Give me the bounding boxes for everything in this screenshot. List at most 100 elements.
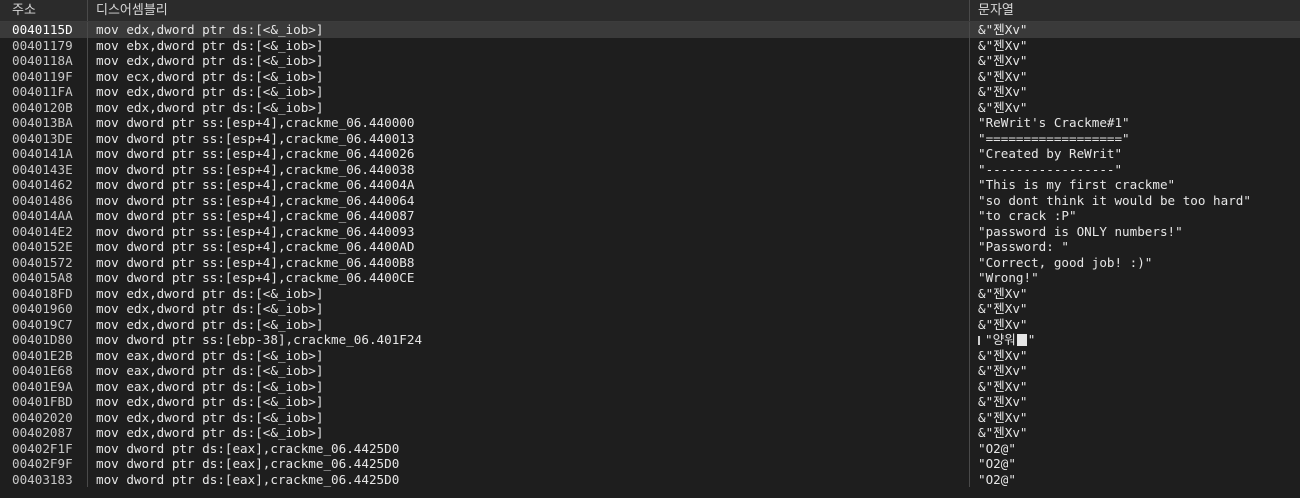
disassembly-cell: mov dword ptr ss:[esp+4],crackme_06.4400… xyxy=(88,161,970,177)
table-row[interactable]: 00402087 mov edx,dword ptr ds:[<&_iob>] &"… xyxy=(0,425,1300,441)
disassembly-cell: mov dword ptr ds:[eax],crackme_06.4425D0 xyxy=(88,440,970,456)
address-cell: 00401FBD xyxy=(0,394,88,410)
string-reference-list: 0040115D mov edx,dword ptr ds:[<&_iob>] &"… xyxy=(0,22,1300,487)
string-cell: &"젠Xv" xyxy=(978,37,1028,53)
string-references-panel: 주소 디스어셈블리 문자열 0040115D mov edx,dword ptr … xyxy=(0,0,1300,498)
table-row[interactable]: 004019C7 mov edx,dword ptr ds:[<&_iob>] &"… xyxy=(0,316,1300,332)
address-cell: 0040141A xyxy=(0,146,88,162)
table-row[interactable]: 0040118A mov edx,dword ptr ds:[<&_iob>] &"… xyxy=(0,53,1300,69)
disassembly-cell: mov dword ptr ss:[esp+4],crackme_06.4400… xyxy=(88,177,970,193)
string-text-tail: " xyxy=(1027,332,1036,347)
column-header-string[interactable]: 문자열 xyxy=(970,0,1300,21)
table-row[interactable]: 0040115D mov edx,dword ptr ds:[<&_iob>] &"… xyxy=(0,22,1300,38)
table-row[interactable]: 00401462 mov dword ptr ss:[esp+4],crackme… xyxy=(0,177,1300,193)
string-cell: "Correct, good job! :)" xyxy=(978,254,1153,270)
table-row[interactable]: 00401FBD mov edx,dword ptr ds:[<&_iob>] &"… xyxy=(0,394,1300,410)
disassembly-cell: mov dword ptr ds:[eax],crackme_06.4425D0 xyxy=(88,471,970,487)
marker-icon xyxy=(978,336,980,345)
disassembly-cell: mov edx,dword ptr ds:[<&_iob>] xyxy=(88,316,970,332)
disassembly-cell: mov edx,dword ptr ds:[<&_iob>] xyxy=(88,285,970,301)
string-cell: &"젠Xv" xyxy=(978,99,1028,115)
disassembly-cell: mov eax,dword ptr ds:[<&_iob>] xyxy=(88,363,970,379)
column-header-address[interactable]: 주소 xyxy=(0,0,88,21)
address-cell: 0040119F xyxy=(0,68,88,84)
disassembly-cell: mov ebx,dword ptr ds:[<&_iob>] xyxy=(88,37,970,53)
table-row[interactable]: 00403183 mov dword ptr ds:[eax],crackme_0… xyxy=(0,471,1300,487)
table-row[interactable]: 0040143E mov dword ptr ss:[esp+4],crackme… xyxy=(0,161,1300,177)
address-cell: 00401E2B xyxy=(0,347,88,363)
address-cell: 004011FA xyxy=(0,84,88,100)
table-row[interactable]: 00401E2B mov eax,dword ptr ds:[<&_iob>] &"… xyxy=(0,347,1300,363)
table-row[interactable]: 004015A8 mov dword ptr ss:[esp+4],crackme… xyxy=(0,270,1300,286)
string-cell: "O2@" xyxy=(978,456,1016,471)
disassembly-cell: mov edx,dword ptr ds:[<&_iob>] xyxy=(88,99,970,115)
table-row[interactable]: 004014AA mov dword ptr ss:[esp+4],crackme… xyxy=(0,208,1300,224)
address-cell: 00401486 xyxy=(0,192,88,208)
string-cell: &"젠Xv" xyxy=(978,425,1028,440)
table-row[interactable]: 00401D80 mov dword ptr ss:[ebp-38],crackm… xyxy=(0,332,1300,348)
table-row[interactable]: 004013BA mov dword ptr ss:[esp+4],crackme… xyxy=(0,115,1300,131)
string-cell: "ReWrit's Crackme#1" xyxy=(978,115,1130,130)
disassembly-cell: mov eax,dword ptr ds:[<&_iob>] xyxy=(88,378,970,394)
address-cell: 004014E2 xyxy=(0,223,88,239)
table-row[interactable]: 004018FD mov edx,dword ptr ds:[<&_iob>] &"… xyxy=(0,285,1300,301)
table-row[interactable]: 004014E2 mov dword ptr ss:[esp+4],crackme… xyxy=(0,223,1300,239)
table-row[interactable]: 0040120B mov edx,dword ptr ds:[<&_iob>] &"… xyxy=(0,99,1300,115)
table-row[interactable]: 00402020 mov edx,dword ptr ds:[<&_iob>] &"… xyxy=(0,409,1300,425)
string-cell: &"젠Xv" xyxy=(978,363,1028,378)
string-cell: "Created by ReWrit" xyxy=(978,146,1123,161)
string-cell: &"젠Xv" xyxy=(978,409,1028,425)
string-cell: &"젠Xv" xyxy=(978,68,1028,84)
table-row[interactable]: 00401486 mov dword ptr ss:[esp+4],crackme… xyxy=(0,192,1300,208)
table-row[interactable]: 0040119F mov ecx,dword ptr ds:[<&_iob>] &"… xyxy=(0,68,1300,84)
address-cell: 0040115D xyxy=(0,22,88,38)
string-cell: &"젠Xv" xyxy=(978,378,1028,394)
string-cell: "양워 " xyxy=(970,332,1300,348)
disassembly-cell: mov edx,dword ptr ds:[<&_iob>] xyxy=(88,301,970,317)
table-row[interactable]: 0040141A mov dword ptr ss:[esp+4],crackme… xyxy=(0,146,1300,162)
unprintable-char-icon xyxy=(1016,334,1027,346)
address-cell: 00401E68 xyxy=(0,363,88,379)
disassembly-cell: mov dword ptr ss:[esp+4],crackme_06.4400… xyxy=(88,223,970,239)
table-row[interactable]: 00401E68 mov eax,dword ptr ds:[<&_iob>] &"… xyxy=(0,363,1300,379)
disassembly-cell: mov dword ptr ss:[esp+4],crackme_06.4400… xyxy=(88,208,970,224)
string-cell: &"젠Xv" xyxy=(978,316,1028,332)
column-header-row: 주소 디스어셈블리 문자열 xyxy=(0,0,1300,22)
address-cell: 00401960 xyxy=(0,301,88,317)
table-row[interactable]: 00402F9F mov dword ptr ds:[eax],crackme_0… xyxy=(0,456,1300,472)
table-row[interactable]: 00401572 mov dword ptr ss:[esp+4],crackme… xyxy=(0,254,1300,270)
string-cell: &"젠Xv" xyxy=(978,84,1028,99)
disassembly-cell: mov dword ptr ss:[esp+4],crackme_06.4400… xyxy=(88,239,970,255)
address-cell: 0040120B xyxy=(0,99,88,115)
string-text: "양워 xyxy=(985,332,1016,347)
address-cell: 00402020 xyxy=(0,409,88,425)
string-cell: "password is ONLY numbers!" xyxy=(978,223,1183,239)
table-row[interactable]: 00401960 mov edx,dword ptr ds:[<&_iob>] &"… xyxy=(0,301,1300,317)
disassembly-cell: mov dword ptr ss:[esp+4],crackme_06.4400… xyxy=(88,254,970,270)
table-row[interactable]: 00401E9A mov eax,dword ptr ds:[<&_iob>] &"… xyxy=(0,378,1300,394)
address-cell: 0040152E xyxy=(0,239,88,255)
address-cell: 00401572 xyxy=(0,254,88,270)
address-cell: 00401462 xyxy=(0,177,88,193)
table-row[interactable]: 0040152E mov dword ptr ss:[esp+4],crackme… xyxy=(0,239,1300,255)
disassembly-cell: mov edx,dword ptr ds:[<&_iob>] xyxy=(88,84,970,100)
table-row[interactable]: 004013DE mov dword ptr ss:[esp+4],crackme… xyxy=(0,130,1300,146)
address-cell: 00403183 xyxy=(0,471,88,487)
string-cell: &"젠Xv" xyxy=(978,301,1028,316)
disassembly-cell: mov edx,dword ptr ds:[<&_iob>] xyxy=(88,53,970,69)
string-cell: "-----------------" xyxy=(978,161,1123,177)
string-cell: &"젠Xv" xyxy=(978,285,1028,301)
disassembly-cell: mov dword ptr ds:[eax],crackme_06.4425D0 xyxy=(88,456,970,472)
table-row[interactable]: 004011FA mov edx,dword ptr ds:[<&_iob>] &"… xyxy=(0,84,1300,100)
address-cell: 00402F9F xyxy=(0,456,88,472)
disassembly-cell: mov ecx,dword ptr ds:[<&_iob>] xyxy=(88,68,970,84)
string-cell: "==================" xyxy=(978,130,1130,146)
disassembly-cell: mov dword ptr ss:[esp+4],crackme_06.4400… xyxy=(88,130,970,146)
column-header-disassembly[interactable]: 디스어셈블리 xyxy=(88,0,970,21)
string-cell: &"젠Xv" xyxy=(978,22,1028,37)
string-cell: "so dont think it would be too hard" xyxy=(978,192,1251,208)
table-row[interactable]: 00401179 mov ebx,dword ptr ds:[<&_iob>] &"… xyxy=(0,37,1300,53)
table-row[interactable]: 00402F1F mov dword ptr ds:[eax],crackme_0… xyxy=(0,440,1300,456)
address-cell: 004019C7 xyxy=(0,316,88,332)
address-cell: 004015A8 xyxy=(0,270,88,286)
